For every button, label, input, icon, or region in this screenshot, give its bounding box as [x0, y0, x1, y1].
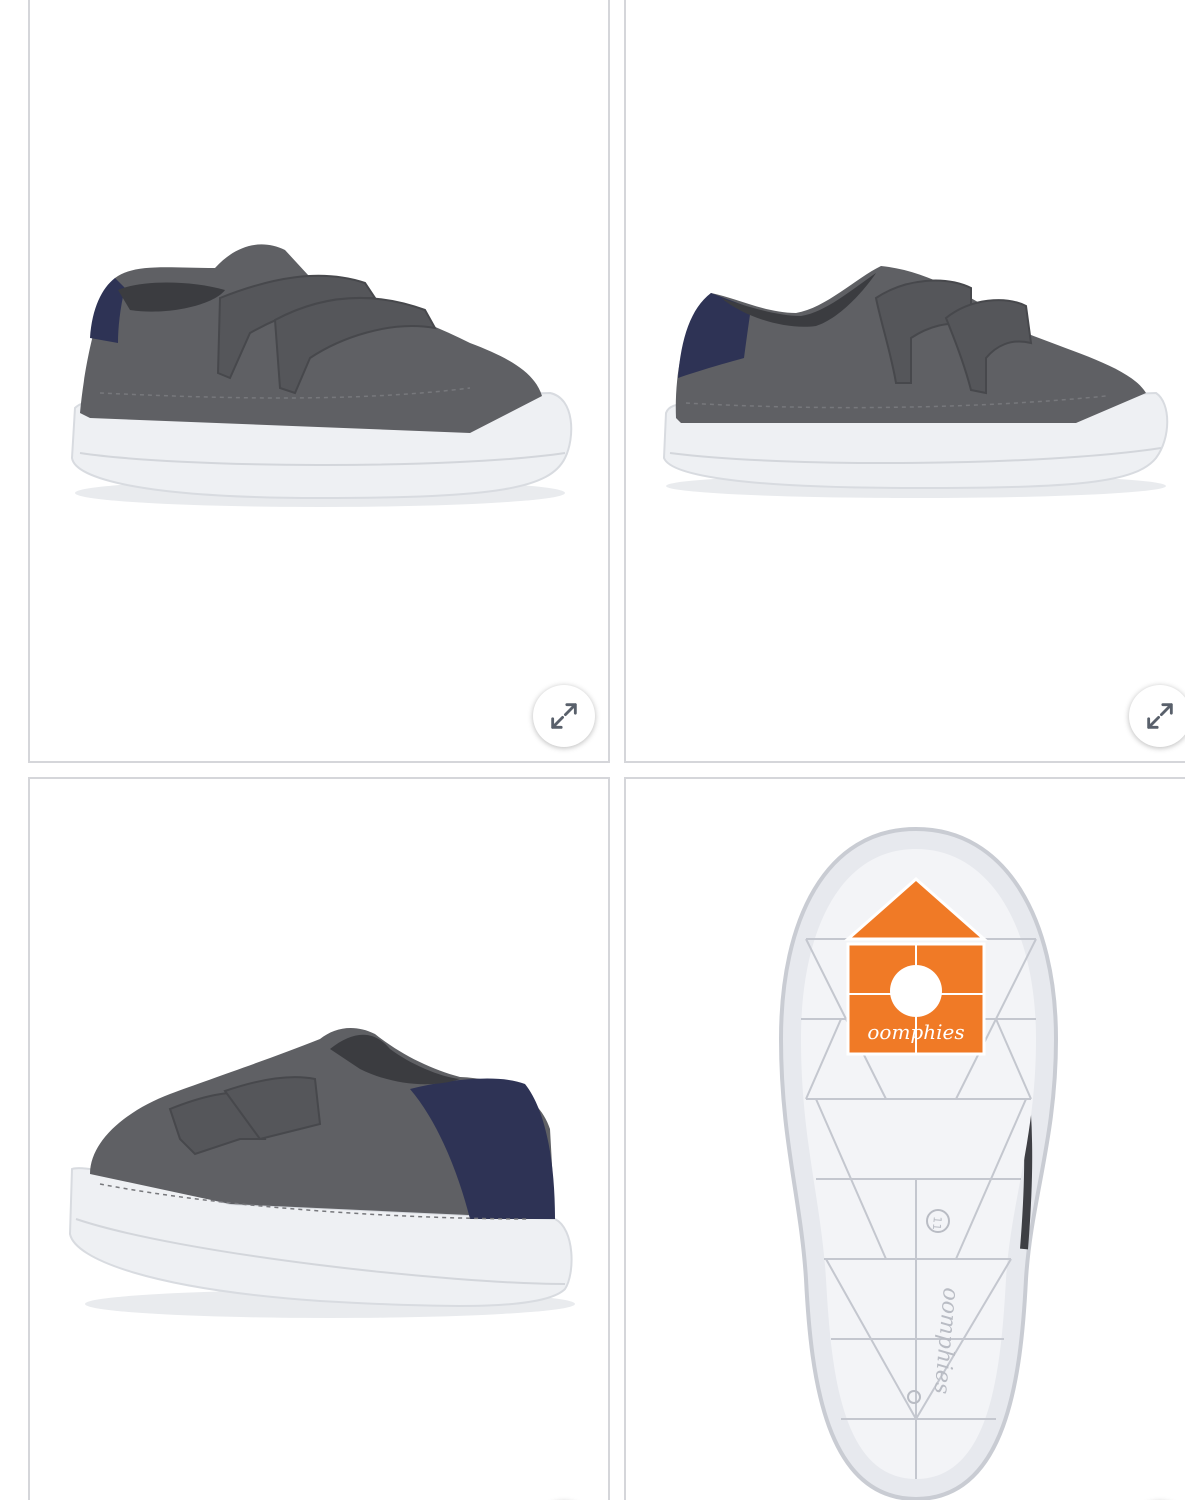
expand-image-button[interactable]: [533, 685, 595, 747]
shoe-side-image: [662, 266, 1169, 498]
sole-size-text: 11: [930, 1216, 944, 1231]
shoe-angled-front-image: [70, 244, 573, 507]
gallery-tile-sole[interactable]: oomphies oomphies 11: [624, 777, 1185, 1500]
shoe-angled-back-image: [68, 1027, 575, 1318]
expand-image-button[interactable]: [1129, 685, 1185, 747]
product-image-gallery: oomphies oomphies 11: [0, 0, 1185, 1500]
expand-icon: [1147, 703, 1173, 729]
shoe-sole-image: oomphies oomphies 11: [778, 826, 1059, 1500]
gallery-tile-angled-front[interactable]: [28, 0, 610, 763]
gallery-tile-side[interactable]: [624, 0, 1185, 763]
expand-icon: [551, 703, 577, 729]
sole-brand-logo: oomphies: [867, 1020, 964, 1044]
gallery-tile-angled-back[interactable]: [28, 777, 610, 1500]
